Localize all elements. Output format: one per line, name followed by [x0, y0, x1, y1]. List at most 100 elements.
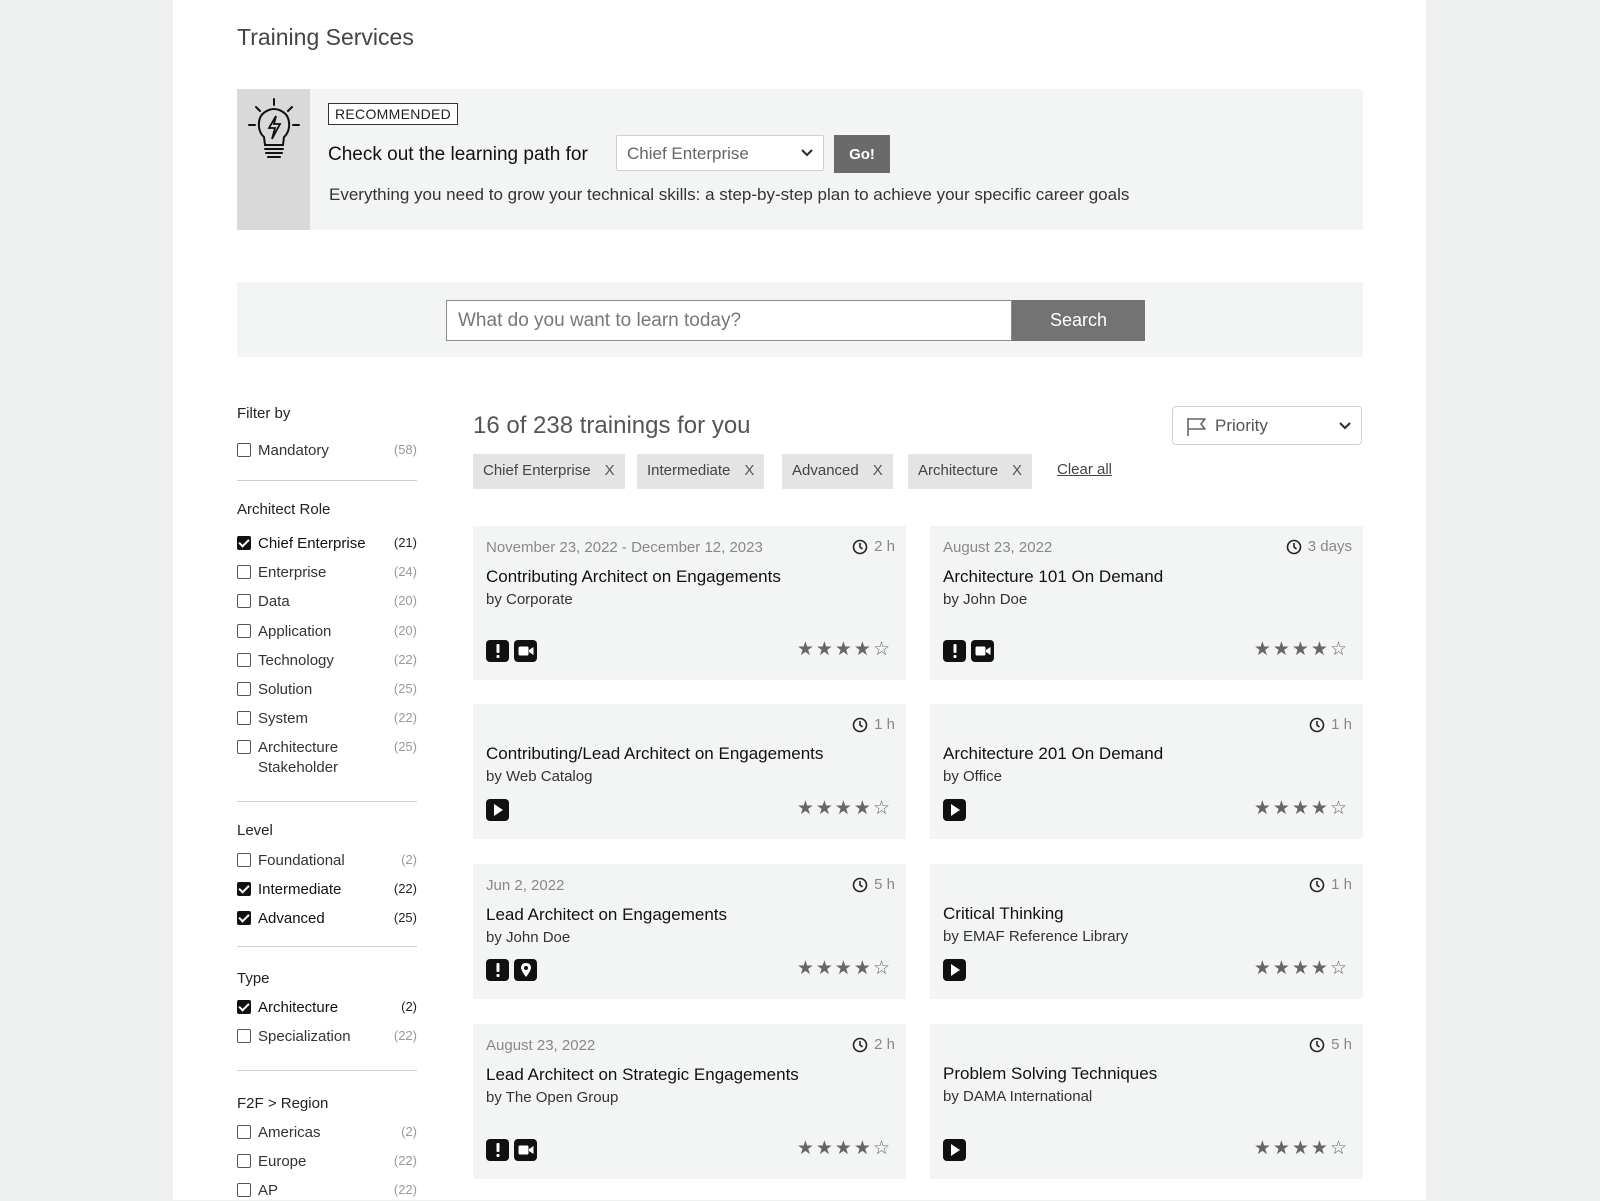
filter-label: Data [258, 593, 290, 610]
go-button[interactable]: Go! [834, 135, 890, 173]
filter-label: Advanced [258, 910, 325, 927]
checkbox[interactable] [237, 711, 251, 725]
training-card[interactable]: Jun 2, 2022 5 h Lead Architect on Engageme… [473, 864, 906, 999]
chip-label: Advanced [792, 462, 859, 479]
card-author: by John Doe [943, 591, 1028, 608]
page-title: Training Services [237, 24, 414, 50]
filter-count: (2) [401, 852, 417, 867]
filter-label: Architecture [258, 999, 339, 1016]
search-band: Search [237, 282, 1363, 357]
card-icons [943, 640, 994, 662]
chip-remove-button[interactable]: X [873, 462, 883, 479]
checkbox[interactable] [237, 1029, 251, 1043]
checkbox[interactable] [237, 594, 251, 608]
clock-icon [852, 717, 868, 732]
search-button[interactable]: Search [1012, 300, 1145, 341]
card-title[interactable]: Critical Thinking [943, 904, 1064, 924]
filter-label: AP [258, 1182, 279, 1199]
star-rating: ★★★★☆ [796, 639, 892, 660]
clock-icon [852, 1037, 868, 1052]
checkbox-checked[interactable] [237, 1000, 251, 1014]
star-rating: ★★★★☆ [1253, 639, 1349, 660]
divider [237, 801, 417, 802]
clock-icon [852, 539, 868, 554]
filter-count: (22) [393, 710, 417, 725]
checkbox-checked[interactable] [237, 911, 251, 925]
filter-count: (25) [393, 739, 417, 754]
type-heading: Type [237, 970, 270, 987]
duration-text: 1 h [1331, 876, 1352, 893]
search-input[interactable] [446, 300, 1012, 341]
checkbox[interactable] [237, 565, 251, 579]
duration-text: 1 h [1331, 716, 1352, 733]
card-duration: 1 h [852, 716, 895, 733]
card-duration: 2 h [852, 538, 895, 555]
checkbox[interactable] [237, 653, 251, 667]
card-icons [486, 959, 537, 981]
training-card[interactable]: August 23, 2022 2 h Lead Architect on Stra… [473, 1024, 906, 1179]
duration-text: 2 h [874, 538, 895, 555]
divider [237, 946, 417, 947]
clock-icon [1309, 717, 1325, 732]
clock-icon [852, 877, 868, 892]
filter-label: Application [258, 623, 332, 640]
card-title[interactable]: Problem Solving Techniques [943, 1064, 1157, 1084]
training-card[interactable]: August 23, 2022 3 days Architecture 101 On… [930, 526, 1363, 680]
page: Training Services RECOMMENDED Check out … [173, 0, 1426, 1200]
card-title[interactable]: Lead Architect on Strategic Engagements [486, 1065, 799, 1085]
card-title[interactable]: Architecture 101 On Demand [943, 567, 1163, 587]
filter-chip-chief-enterprise: Chief Enterprise X [473, 454, 625, 489]
card-title[interactable]: Architecture 201 On Demand [943, 744, 1163, 764]
chip-remove-button[interactable]: X [744, 462, 754, 479]
filter-by-heading: Filter by [237, 405, 291, 422]
checkbox[interactable] [237, 1125, 251, 1139]
checkbox-checked[interactable] [237, 882, 251, 896]
checkbox[interactable] [237, 624, 251, 638]
banner-description: Everything you need to grow your technic… [329, 185, 1130, 204]
chip-remove-button[interactable]: X [605, 462, 615, 479]
checkbox[interactable] [237, 682, 251, 696]
training-card[interactable]: November 23, 2022 - December 12, 2023 2 h… [473, 526, 906, 680]
card-title[interactable]: Lead Architect on Engagements [486, 905, 727, 925]
checkbox[interactable] [237, 443, 251, 457]
checkbox[interactable] [237, 853, 251, 867]
chip-remove-button[interactable]: X [1012, 462, 1022, 479]
checkbox[interactable] [237, 740, 251, 754]
mandatory-icon [486, 959, 509, 981]
checkbox[interactable] [237, 1154, 251, 1168]
sort-label: Priority [1215, 416, 1268, 435]
filter-label: Enterprise [258, 564, 327, 581]
training-card[interactable]: 5 h Problem Solving Techniques by DAMA Int… [930, 1024, 1363, 1179]
mandatory-icon [486, 1139, 509, 1161]
checkbox-checked[interactable] [237, 536, 251, 550]
card-title[interactable]: Contributing Architect on Engagements [486, 567, 781, 587]
card-icons [943, 799, 966, 821]
training-card[interactable]: 1 h Contributing/Lead Architect on Engage… [473, 704, 906, 839]
filter-chip-advanced: Advanced X [782, 454, 893, 489]
learning-path-role-select[interactable]: Chief Enterprise [616, 135, 824, 171]
region-heading: F2F > Region [237, 1095, 329, 1112]
card-icons [486, 640, 537, 662]
divider [237, 1070, 417, 1071]
star-rating: ★★★★☆ [1253, 958, 1349, 979]
training-card[interactable]: 1 h Architecture 201 On Demand by Office ★★… [930, 704, 1363, 839]
star-rating: ★★★★☆ [1253, 798, 1349, 819]
clock-icon [1286, 539, 1302, 554]
sort-priority-select[interactable]: Priority [1172, 406, 1362, 445]
card-author: by DAMA International [943, 1088, 1093, 1105]
star-rating: ★★★★☆ [1253, 1138, 1349, 1159]
card-duration: 5 h [1309, 1036, 1352, 1053]
card-duration: 1 h [1309, 716, 1352, 733]
training-card[interactable]: 1 h Critical Thinking by EMAF Reference Li… [930, 864, 1363, 999]
clear-all-link[interactable]: Clear all [1057, 461, 1112, 478]
results-count: 16 of 238 trainings for you [473, 412, 751, 439]
card-title[interactable]: Contributing/Lead Architect on Engagemen… [486, 744, 823, 764]
card-duration: 1 h [1309, 876, 1352, 893]
duration-text: 3 days [1307, 538, 1352, 555]
card-date: August 23, 2022 [943, 539, 1053, 556]
filter-count: (2) [401, 999, 417, 1014]
checkbox[interactable] [237, 1183, 251, 1197]
duration-text: 2 h [874, 1036, 895, 1053]
filter-chip-architecture: Architecture X [908, 454, 1033, 489]
card-duration: 3 days [1286, 538, 1352, 555]
